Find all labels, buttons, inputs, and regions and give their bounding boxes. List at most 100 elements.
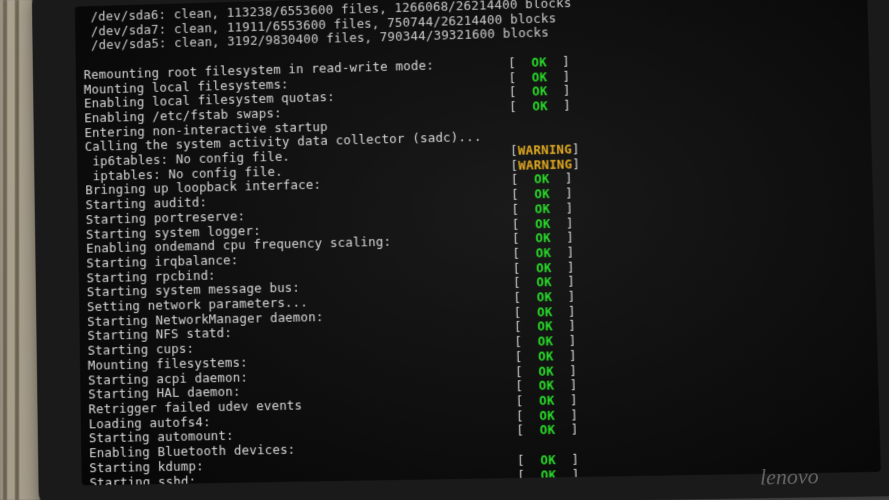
pad	[551, 245, 567, 260]
bracket: ]	[563, 83, 571, 98]
bracket: ]	[565, 171, 573, 186]
pad	[555, 422, 571, 437]
status-ok: OK	[539, 393, 555, 408]
pad	[525, 482, 541, 486]
bracket: ]	[567, 259, 575, 274]
pad	[516, 55, 532, 70]
blank	[83, 52, 91, 67]
bracket: ]	[571, 451, 579, 466]
pad	[523, 378, 539, 393]
bracket: ]	[563, 98, 571, 113]
status-ok: OK	[538, 363, 554, 378]
status-ok: OK	[539, 422, 555, 437]
pad	[523, 363, 539, 378]
pad	[554, 363, 570, 378]
pad	[553, 318, 569, 333]
status-cell: [ OK ]	[517, 451, 580, 467]
status-cell: [ OK ]	[516, 422, 579, 438]
pad	[516, 84, 532, 99]
pad	[553, 348, 569, 363]
photo-background: /dev/sda6: clean, 113238/6553600 files, …	[0, 0, 889, 500]
status-cell: [ OK ]	[515, 348, 577, 364]
status-ok: OK	[534, 171, 550, 186]
bracket: ]	[567, 274, 575, 289]
bracket: ]	[569, 363, 577, 378]
status-ok: OK	[534, 201, 550, 216]
pad	[523, 393, 539, 408]
pad	[552, 289, 568, 304]
status-cell: [ OK ]	[516, 407, 579, 423]
status-cell: [ OK ]	[509, 98, 571, 115]
pad	[553, 333, 569, 348]
pad	[547, 83, 563, 98]
pad	[552, 304, 568, 319]
status-ok: OK	[536, 260, 552, 275]
bracket: ]	[568, 318, 576, 333]
bracket: ]	[572, 141, 580, 156]
pad	[520, 231, 536, 246]
pad	[551, 259, 567, 274]
bracket: ]	[565, 200, 573, 215]
status-ok: OK	[538, 348, 554, 363]
status-ok: OK	[535, 216, 551, 231]
pad	[552, 274, 568, 289]
bracket: ]	[566, 244, 574, 259]
bracket: ]	[572, 156, 580, 171]
bracket: ]	[566, 215, 574, 230]
status-cell: [ OK ]	[515, 392, 578, 408]
pad	[550, 215, 566, 230]
bracket: ]	[570, 392, 578, 407]
status-ok: OK	[531, 54, 547, 69]
pad	[522, 334, 538, 349]
pad	[516, 69, 532, 84]
status-ok: OK	[540, 467, 556, 482]
bracket: ]	[562, 54, 570, 69]
bracket: ]	[566, 230, 574, 245]
pad	[521, 275, 537, 290]
pad	[524, 423, 540, 438]
status-ok: OK	[539, 407, 555, 422]
pad	[519, 187, 535, 202]
pad	[551, 230, 567, 245]
status-ok: OK	[536, 274, 552, 289]
pad	[556, 481, 572, 485]
pad	[547, 54, 563, 69]
bracket: ]	[562, 68, 570, 83]
status-ok: OK	[537, 304, 553, 319]
bracket: ]	[572, 481, 580, 485]
status-cell: [ OK ]	[513, 289, 575, 305]
bracket: ]	[565, 186, 573, 201]
bracket: [	[517, 482, 525, 485]
pad	[556, 466, 572, 481]
status-ok: OK	[532, 98, 548, 113]
pad	[520, 245, 536, 260]
pad	[522, 319, 538, 334]
status-ok: OK	[531, 69, 547, 84]
bracket: ]	[570, 407, 578, 422]
bracket: ]	[570, 377, 578, 392]
pad	[554, 392, 570, 407]
pad	[525, 452, 541, 467]
pad	[519, 201, 535, 216]
brand-logo: lenovo	[760, 463, 819, 490]
pad	[524, 408, 540, 423]
monitor-bezel: /dev/sda6: clean, 113238/6553600 files, …	[32, 0, 889, 500]
status-cell: [ OK ]	[514, 333, 576, 349]
pad	[521, 304, 537, 319]
status-cell: [ OK ]	[513, 274, 575, 290]
pad	[520, 260, 536, 275]
pad	[519, 216, 535, 231]
status-ok: OK	[536, 289, 552, 304]
pad	[554, 378, 570, 393]
status-ok: OK	[538, 378, 554, 393]
status-cell: [ OK ]	[515, 377, 578, 393]
pad	[550, 200, 566, 215]
status-ok: OK	[535, 230, 551, 245]
status-ok: OK	[537, 319, 553, 334]
status-ok: OK	[534, 186, 550, 201]
status-cell: [ OK ]	[514, 303, 576, 319]
status-cell: [ OK ]	[515, 363, 578, 379]
status-ok: OK	[537, 333, 553, 348]
status-ok: OK	[541, 482, 557, 486]
pad	[547, 68, 563, 83]
